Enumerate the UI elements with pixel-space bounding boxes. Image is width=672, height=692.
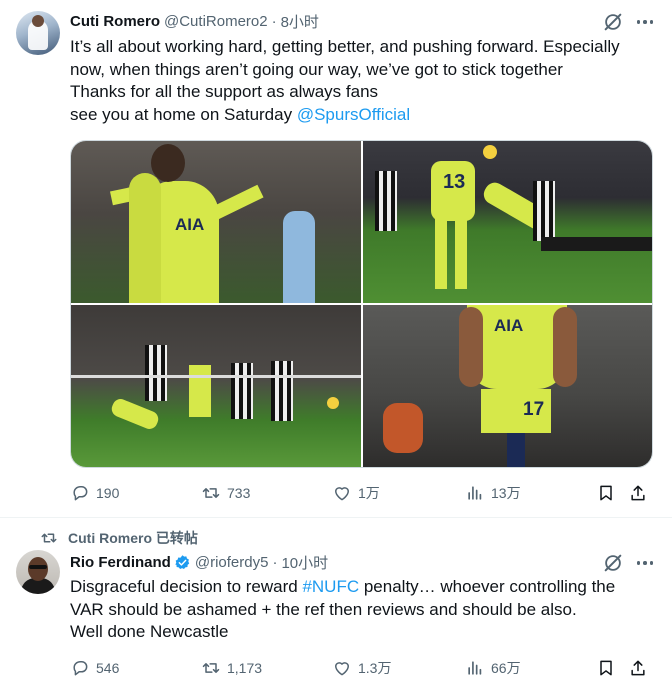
tweet-text-line: see you at home on Saturday @SpursOffici… [70,104,620,127]
retweet-icon [202,488,220,498]
tweet-text-fragment: Disgraceful decision to reward [70,577,303,596]
author-handle[interactable]: @rioferdy5 [195,554,269,571]
tweet-text-line: now, when things aren’t going our way, w… [70,59,563,79]
like-button[interactable]: 1万 [332,482,380,504]
player-number: 13 [443,171,466,193]
reply-icon [73,486,88,501]
retweet-label-text: Cuti Romero 已转帖 [68,530,198,546]
retweet-count: 1,173 [227,660,263,676]
tweet-actions: 190 733 1万 13万 [70,482,653,504]
like-icon [335,487,349,501]
tweet-header: Cuti Romero @CutiRomero2 · 8小时 [70,10,319,32]
author-name[interactable]: Cuti Romero [70,13,160,30]
kit-sponsor-text: AIA [175,215,205,234]
bookmark-button[interactable] [596,482,616,504]
grok-icon[interactable] [602,11,624,33]
share-button[interactable] [628,657,648,679]
like-button[interactable]: 1.3万 [332,657,391,679]
reply-button[interactable]: 190 [70,482,119,504]
grok-icon[interactable] [602,552,624,574]
more-icon[interactable] [634,11,656,33]
photo-bicycle-kick[interactable]: 13 [363,141,652,303]
reply-count: 546 [96,660,120,676]
kit-sponsor-text: AIA [494,316,524,335]
photo-penalty-area[interactable] [71,305,361,467]
like-icon [335,662,349,676]
reply-count: 190 [96,485,120,501]
verified-icon [175,554,190,569]
photo-grid: AIA 13 AIA 17 [70,140,653,468]
reply-button[interactable]: 546 [70,657,119,679]
views-button[interactable]: 66万 [465,657,521,679]
tweet-romero[interactable]: Cuti Romero @CutiRomero2 · 8小时 It’s all … [0,0,672,518]
reply-icon [73,661,88,676]
like-count: 1万 [358,485,380,501]
tweet-text-line: Disgraceful decision to reward #NUFC pen… [70,576,615,599]
tweet-text: Disgraceful decision to reward #NUFC pen… [70,576,615,644]
tweet-text-fragment: penalty… whoever controlling the [359,577,616,596]
retweet-label[interactable]: Cuti Romero 已转帖 [40,529,198,547]
views-count: 13万 [491,485,521,501]
share-icon [631,660,645,676]
tweet-text-line: VAR should be ashamed + the ref then rev… [70,599,577,619]
views-count: 66万 [491,660,521,676]
separator: · [272,553,278,571]
tweet-text-line: Thanks for all the support as always fan… [70,82,379,101]
player-number: 17 [523,399,545,420]
photo-close-up[interactable]: AIA 17 [363,305,652,467]
retweet-icon [202,663,220,673]
tweet-header: Rio Ferdinand @rioferdy5 · 10小时 [70,551,328,573]
views-icon [468,661,482,675]
tweet-actions: 546 1,173 1.3万 66万 [70,657,653,679]
retweet-count: 733 [227,485,251,501]
retweet-button[interactable]: 733 [201,482,250,504]
retweet-button[interactable]: 1,173 [201,657,262,679]
tweet-text-line: It’s all about working hard, getting bet… [70,37,620,56]
share-button[interactable] [628,482,648,504]
share-icon [631,485,645,501]
tweet-text-fragment: see you at home on Saturday [70,104,297,124]
timestamp[interactable]: 10小时 [281,552,328,573]
tweet-text-line: Well done Newcastle [70,622,229,641]
more-icon[interactable] [634,552,656,574]
avatar[interactable] [16,550,60,594]
like-count: 1.3万 [358,660,392,676]
bookmark-button[interactable] [596,657,616,679]
author-name[interactable]: Rio Ferdinand [70,554,171,571]
bookmark-icon [600,660,612,676]
hashtag-link[interactable]: #NUFC [302,577,359,596]
retweet-icon [41,533,57,543]
views-icon [468,486,482,500]
tweet-text: It’s all about working hard, getting bet… [70,36,620,126]
separator: · [271,12,277,30]
author-handle[interactable]: @CutiRomero2 [164,13,268,30]
timestamp[interactable]: 8小时 [281,11,319,32]
bookmark-icon [600,485,612,501]
views-button[interactable]: 13万 [465,482,521,504]
mention-link[interactable]: @SpursOfficial [297,105,410,124]
photo-celebration[interactable]: AIA [71,141,361,303]
avatar[interactable] [16,11,60,55]
